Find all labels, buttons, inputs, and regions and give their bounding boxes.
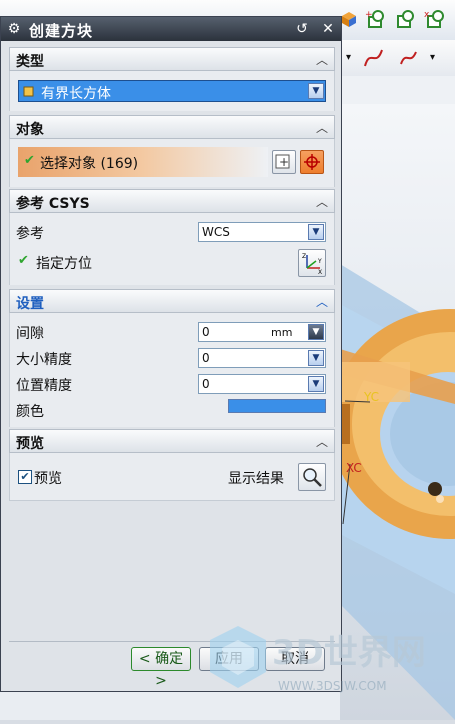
collapse-up-icon[interactable]: ︿ xyxy=(316,51,328,68)
reset-icon[interactable]: ↺ xyxy=(293,20,311,38)
collapse-up-icon[interactable]: ︿ xyxy=(316,119,328,136)
section-settings-header[interactable]: 设置 ︿ xyxy=(9,289,335,313)
svg-text:3D世界网: 3D世界网 xyxy=(272,633,426,673)
svg-text:x: x xyxy=(424,10,430,20)
add-selection-button[interactable]: + xyxy=(272,150,296,174)
cube-icon xyxy=(23,86,34,97)
collapse-up-icon[interactable]: ︿ xyxy=(316,433,328,450)
svg-text:Y: Y xyxy=(317,258,322,265)
chevron-down-icon: ▼ xyxy=(308,350,324,366)
check-icon: ✔ xyxy=(18,253,29,268)
size-precision-select[interactable]: 0 ▼ xyxy=(198,348,326,368)
crosshair-icon xyxy=(304,154,320,170)
show-result-label: 显示结果 xyxy=(228,471,284,487)
chevron-down-icon: ▼ xyxy=(308,83,324,99)
toolbar-dropdown-icon[interactable]: ▾ xyxy=(346,52,351,63)
chevron-down-icon: ▼ xyxy=(308,224,324,240)
section-csys-title: 参考 CSYS xyxy=(16,196,90,212)
toolbar-dropdown-icon-2[interactable]: ▾ xyxy=(430,52,435,63)
section-type-title: 类型 xyxy=(16,54,44,70)
svg-text:WWW.3DSJW.COM: WWW.3DSJW.COM xyxy=(278,679,387,693)
crosshair-select-button[interactable] xyxy=(300,150,324,174)
close-icon[interactable]: ✕ xyxy=(319,20,337,38)
svg-text:+: + xyxy=(279,155,289,169)
svg-text:X: X xyxy=(318,269,322,276)
size-precision-value: 0 xyxy=(202,351,210,365)
gap-input[interactable]: 0 mm ▼ xyxy=(198,322,326,342)
subtract-feature-icon[interactable] xyxy=(394,8,416,30)
spline-tool-icon[interactable] xyxy=(398,46,422,70)
gear-icon[interactable]: ⚙ xyxy=(6,21,22,37)
color-swatch[interactable] xyxy=(228,399,326,413)
section-preview-body: ✔ 预览 显示结果 xyxy=(9,453,335,501)
preview-checkbox-label: 预览 xyxy=(34,471,62,487)
select-object-row[interactable]: ✔ 选择对象 (169) xyxy=(18,147,268,177)
section-csys-header[interactable]: 参考 CSYS ︿ xyxy=(9,189,335,213)
yc-axis-label: YC xyxy=(363,390,379,404)
curve-tool-icon[interactable] xyxy=(362,46,386,70)
reference-select[interactable]: WCS ▼ xyxy=(198,222,326,242)
position-precision-label: 位置精度 xyxy=(16,378,72,394)
preview-checkbox[interactable]: ✔ xyxy=(18,470,32,484)
csys-dialog-button[interactable]: Z Y X xyxy=(298,249,326,277)
dialog-titlebar[interactable]: ⚙ 创建方块 ↺ ✕ xyxy=(1,17,341,41)
section-type-body: 有界长方体 ▼ xyxy=(9,71,335,111)
xc-axis-label: XC xyxy=(346,461,362,475)
reference-select-value: WCS xyxy=(202,225,230,239)
gap-unit: mm xyxy=(271,326,293,339)
collapse-up-icon[interactable]: ︿ xyxy=(316,193,328,210)
specify-orientation-label: 指定方位 xyxy=(36,256,92,272)
add-feature-icon[interactable]: + xyxy=(364,8,386,30)
section-object-body: ✔ 选择对象 (169) + xyxy=(9,139,335,187)
position-precision-value: 0 xyxy=(202,377,210,391)
type-select-value: 有界长方体 xyxy=(41,86,111,102)
gap-label: 间隙 xyxy=(16,326,44,342)
curve-toolbar: ▾ ▾ xyxy=(340,40,455,77)
selection-bar: ▼ 单条 xyxy=(340,76,455,174)
section-settings-title: 设置 xyxy=(16,296,44,312)
select-object-label: 选择对象 (169) xyxy=(40,156,139,172)
size-precision-label: 大小精度 xyxy=(16,352,72,368)
svg-text:+: + xyxy=(365,10,373,20)
collapse-up-icon[interactable]: ︿ xyxy=(316,293,328,310)
color-label: 颜色 xyxy=(16,404,44,420)
section-object-title: 对象 xyxy=(16,122,44,138)
section-csys-body: 参考 WCS ▼ ✔ 指定方位 Z Y X xyxy=(9,213,335,285)
section-preview-header[interactable]: 预览 ︿ xyxy=(9,429,335,453)
create-block-dialog: ⚙ 创建方块 ↺ ✕ 类型 ︿ 有界长方体 ▼ 对象 ︿ ✔ 选择对象 (169… xyxy=(0,16,342,692)
position-precision-select[interactable]: 0 ▼ xyxy=(198,374,326,394)
gap-input-value: 0 xyxy=(202,325,210,339)
reference-label: 参考 xyxy=(16,226,44,242)
dialog-title: 创建方块 xyxy=(29,22,94,40)
svg-text:Z: Z xyxy=(302,253,306,260)
add-selection-icon: + xyxy=(275,154,290,169)
section-preview-title: 预览 xyxy=(16,436,44,452)
intersect-feature-icon[interactable]: x xyxy=(424,8,446,30)
chevron-down-icon: ▼ xyxy=(308,376,324,392)
watermark-logo: 3D世界网 WWW.3DSJW.COM xyxy=(210,626,426,693)
section-settings-body: 间隙 0 mm ▼ 大小精度 0 ▼ 位置精度 0 ▼ 颜色 xyxy=(9,313,335,427)
check-icon: ✔ xyxy=(24,153,35,168)
csys-icon: Z Y X xyxy=(302,253,322,276)
section-type-header[interactable]: 类型 ︿ xyxy=(9,47,335,71)
type-select[interactable]: 有界长方体 ▼ xyxy=(18,80,326,102)
unit-dropdown-icon[interactable]: ▼ xyxy=(308,324,324,340)
magnifier-icon xyxy=(303,468,322,487)
section-object-header[interactable]: 对象 ︿ xyxy=(9,115,335,139)
show-result-button[interactable] xyxy=(298,463,326,491)
